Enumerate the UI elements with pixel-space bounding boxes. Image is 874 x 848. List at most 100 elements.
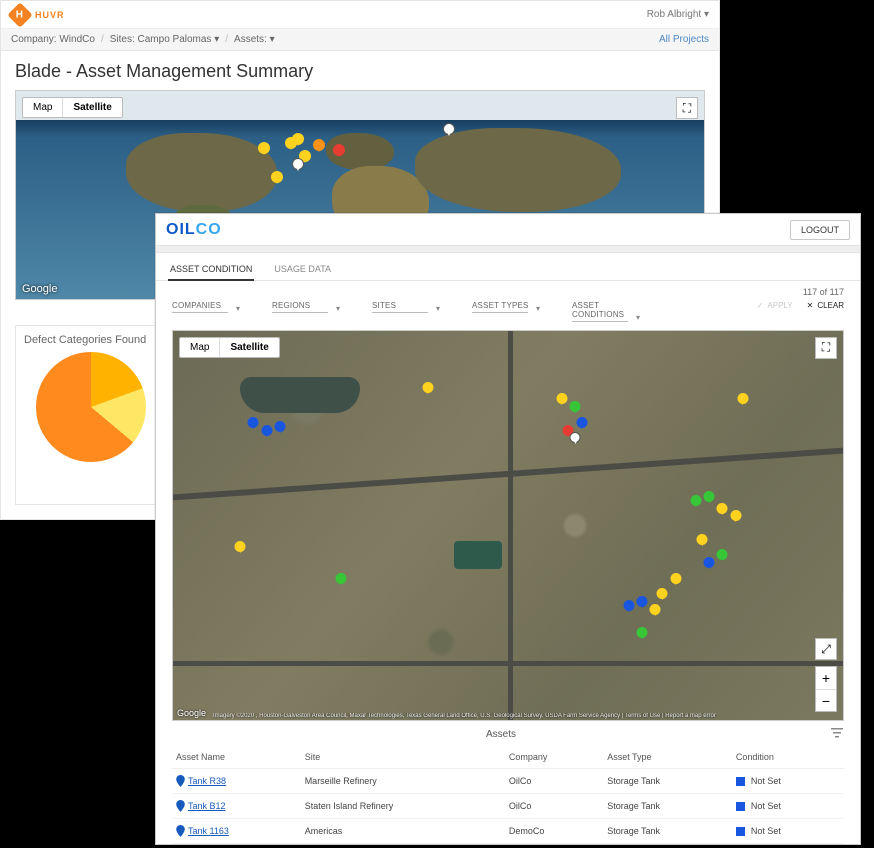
map-pin[interactable]: [333, 144, 345, 160]
map-pin[interactable]: [556, 393, 567, 408]
map-pin[interactable]: [235, 541, 246, 556]
chevron-down-icon: ▾: [704, 9, 709, 20]
fg-header: OILCO LOGOUT: [156, 214, 860, 245]
filter-row: COMPANIES REGIONS SITES ASSET TYPES ASSE…: [156, 299, 860, 330]
map-pin[interactable]: [570, 401, 581, 416]
google-attribution: Google: [22, 283, 57, 295]
cell-site: Marseille Refinery: [301, 769, 505, 794]
map-pin[interactable]: [657, 588, 668, 603]
cell-type: Storage Tank: [603, 769, 732, 794]
result-count: 117 of 117: [156, 281, 860, 299]
map-pin[interactable]: [422, 382, 433, 397]
zoom-control: + −: [815, 666, 837, 712]
breadcrumb-company[interactable]: Company: WindCo: [11, 34, 95, 45]
map-button[interactable]: Map: [180, 338, 219, 357]
col-company[interactable]: Company: [505, 746, 603, 769]
cell-condition: Not Set: [736, 776, 840, 786]
asset-link[interactable]: Tank B12: [176, 800, 297, 812]
cell-company: OilCo: [505, 794, 603, 819]
fullscreen-button[interactable]: ⛶: [815, 337, 837, 359]
filter-regions[interactable]: REGIONS: [272, 301, 342, 313]
col-condition[interactable]: Condition: [732, 746, 844, 769]
map-pin[interactable]: [313, 139, 325, 155]
map-button[interactable]: Map: [23, 98, 62, 117]
map-pin[interactable]: [637, 627, 648, 642]
huvr-logo-icon: H: [7, 2, 32, 27]
table-row: Tank R38 Marseille RefineryOilCoStorage T…: [172, 769, 844, 794]
breadcrumb-assets[interactable]: Assets: ▾: [234, 34, 275, 45]
map-type-toggle: Map Satellite: [22, 97, 123, 118]
close-icon: ✕: [807, 301, 814, 310]
filter-asset-types[interactable]: ASSET TYPES: [472, 301, 542, 313]
table-row: Tank 1163 AmericasDemoCoStorage Tank Not S…: [172, 819, 844, 844]
cell-type: Storage Tank: [603, 794, 732, 819]
map-pin[interactable]: [650, 604, 661, 619]
cell-condition: Not Set: [736, 801, 840, 811]
divider: [156, 245, 860, 253]
clear-button[interactable]: ✕CLEAR: [807, 301, 844, 310]
zoom-out-button[interactable]: −: [816, 689, 836, 711]
map-pin[interactable]: [275, 421, 286, 436]
all-projects-link[interactable]: All Projects: [659, 34, 709, 45]
tab-usage-data[interactable]: USAGE DATA: [272, 258, 333, 280]
filter-icon[interactable]: [830, 727, 844, 742]
map-pin[interactable]: [248, 417, 259, 432]
expand-button[interactable]: ⤢: [815, 638, 837, 660]
satellite-button[interactable]: Satellite: [62, 98, 121, 117]
map-pin[interactable]: [717, 503, 728, 518]
breadcrumb-site[interactable]: Sites: Campo Palomas ▾: [110, 34, 220, 45]
user-menu[interactable]: Rob Albright ▾: [647, 9, 709, 20]
tabbar: ASSET CONDITION USAGE DATA: [156, 253, 860, 280]
map-pin[interactable]: [271, 171, 283, 187]
map-pin[interactable]: [717, 549, 728, 564]
map-pin[interactable]: [690, 495, 701, 510]
oilco-window: OILCO LOGOUT ASSET CONDITION USAGE DATA …: [155, 213, 861, 845]
breadcrumb: Company: WindCo / Sites: Campo Palomas ▾…: [1, 29, 719, 51]
map-pin[interactable]: [730, 510, 741, 525]
satellite-button[interactable]: Satellite: [219, 338, 278, 357]
col-site[interactable]: Site: [301, 746, 505, 769]
asset-link[interactable]: Tank 1163: [176, 825, 297, 837]
bg-topbar: H HUVR Rob Albright ▾: [1, 1, 719, 29]
map-pin[interactable]: [292, 133, 304, 149]
tab-asset-condition[interactable]: ASSET CONDITION: [168, 258, 254, 280]
map-pin[interactable]: [258, 142, 270, 158]
map-pin[interactable]: [335, 573, 346, 588]
map-pin[interactable]: [697, 534, 708, 549]
map-pin[interactable]: [576, 417, 587, 432]
assets-table: Asset Name Site Company Asset Type Condi…: [172, 746, 844, 844]
cell-condition: Not Set: [736, 826, 840, 836]
logout-button[interactable]: LOGOUT: [790, 220, 850, 240]
map-pin[interactable]: [637, 596, 648, 611]
assets-header: Assets: [156, 721, 860, 744]
pie-chart: [36, 352, 146, 462]
filter-companies[interactable]: COMPANIES: [172, 301, 242, 313]
zoom-in-button[interactable]: +: [816, 667, 836, 689]
table-row: Tank B12 Staten Island RefineryOilCoStora…: [172, 794, 844, 819]
assets-title: Assets: [486, 729, 516, 740]
map-pin[interactable]: [737, 393, 748, 408]
map-type-toggle: Map Satellite: [179, 337, 280, 358]
user-name: Rob Albright: [647, 9, 701, 20]
cell-site: Staten Island Refinery: [301, 794, 505, 819]
cell-company: OilCo: [505, 769, 603, 794]
fullscreen-button[interactable]: ⛶: [676, 97, 698, 119]
map-pin[interactable]: [623, 600, 634, 615]
asset-link[interactable]: Tank R38: [176, 775, 297, 787]
filter-sites[interactable]: SITES: [372, 301, 442, 313]
page-title: Blade - Asset Management Summary: [1, 51, 719, 90]
cell-company: DemoCo: [505, 819, 603, 844]
google-attribution: Google: [177, 708, 206, 718]
map-pin[interactable]: [261, 425, 272, 440]
map-pin[interactable]: [292, 158, 304, 174]
filter-asset-conditions[interactable]: ASSET CONDITIONS: [572, 301, 642, 322]
map-pin[interactable]: [704, 557, 715, 572]
cell-site: Americas: [301, 819, 505, 844]
map-pin[interactable]: [670, 573, 681, 588]
cell-type: Storage Tank: [603, 819, 732, 844]
col-asset-type[interactable]: Asset Type: [603, 746, 732, 769]
map-pin[interactable]: [570, 432, 581, 447]
col-asset-name[interactable]: Asset Name: [172, 746, 301, 769]
map-pin[interactable]: [704, 491, 715, 506]
site-map[interactable]: Map Satellite ⛶ ⤢ + − G: [172, 330, 844, 721]
